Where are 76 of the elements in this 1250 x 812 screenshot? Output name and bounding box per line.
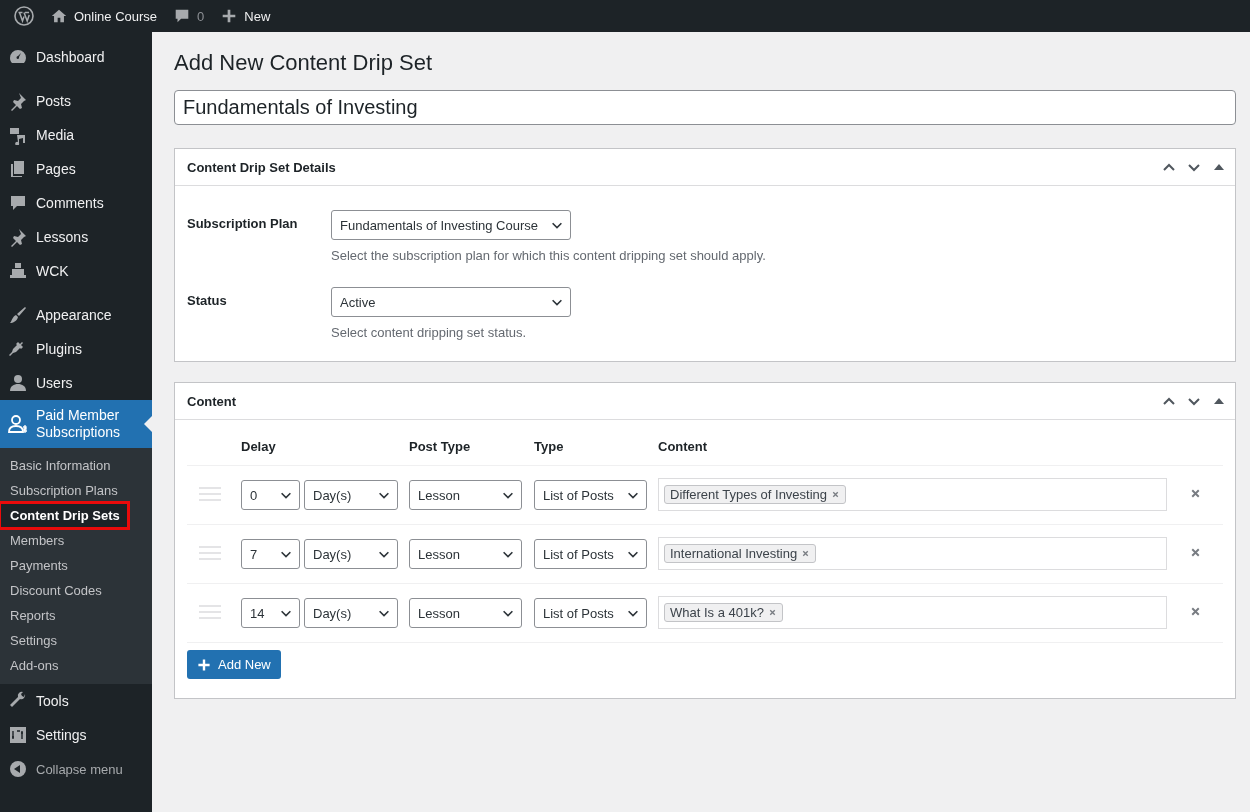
paintbrush-icon — [8, 305, 28, 325]
menu-item[interactable]: Posts — [0, 84, 152, 118]
menu-item[interactable]: Paid Member Subscriptions — [0, 400, 152, 448]
unit-dropdown[interactable]: Day(s) — [304, 480, 398, 510]
type-dropdown[interactable]: List of Posts — [534, 480, 647, 510]
menu-item[interactable]: Dashboard — [0, 40, 152, 74]
user-icon — [8, 373, 28, 393]
menu-item[interactable]: Users — [0, 366, 152, 400]
submenu-item[interactable]: Subscription Plans — [0, 478, 152, 503]
plus-icon — [196, 656, 212, 673]
column-header: Content — [658, 439, 709, 454]
field-label: Status — [187, 292, 228, 310]
submenu-item[interactable]: Payments — [0, 553, 152, 578]
submenu-item[interactable]: Basic Information — [0, 453, 152, 478]
submenu-item[interactable]: Reports — [0, 603, 152, 628]
column-header: Post Type — [409, 439, 472, 454]
content-field[interactable]: International Investing — [658, 537, 1167, 570]
site-name-link[interactable]: Online Course — [42, 0, 166, 32]
comment-icon — [8, 193, 28, 213]
content-tag[interactable]: What Is a 401k? — [664, 603, 783, 622]
media-icon — [8, 125, 28, 145]
field-label: Subscription Plan — [187, 215, 299, 233]
content-tag[interactable]: Different Types of Investing — [664, 485, 847, 504]
robot-icon — [8, 261, 28, 281]
panel-title: Content — [187, 393, 237, 409]
menu-item[interactable]: Pages — [0, 152, 152, 186]
content-field[interactable]: What Is a 401k? — [658, 596, 1167, 629]
wordpress-logo-icon — [14, 6, 34, 26]
delay-dropdown[interactable]: 0 — [241, 480, 300, 510]
field-description: Select content dripping set status. — [331, 325, 528, 340]
menu-item[interactable]: Settings — [0, 718, 152, 752]
column-header: Type — [534, 439, 565, 454]
content-tag[interactable]: International Investing — [664, 544, 817, 563]
menu-item[interactable]: Appearance — [0, 298, 152, 332]
post-type-dropdown[interactable]: Lesson — [409, 539, 522, 569]
delay-dropdown[interactable]: 14 — [241, 598, 300, 628]
drag-handle-icon — [199, 544, 221, 561]
column-header: Delay — [241, 439, 277, 454]
remove-icon[interactable] — [801, 549, 811, 558]
menu-item[interactable]: Plugins — [0, 332, 152, 366]
submenu-item[interactable]: Settings — [0, 628, 152, 653]
type-dropdown[interactable]: List of Posts — [534, 539, 647, 569]
dropdown-field[interactable]: Fundamentals of Investing Course — [331, 210, 571, 240]
delay-dropdown[interactable]: 7 — [241, 539, 300, 569]
remove-icon[interactable] — [767, 608, 777, 617]
remove-icon[interactable] — [831, 490, 841, 499]
post-type-dropdown[interactable]: Lesson — [409, 480, 522, 510]
submenu-item[interactable]: Content Drip Sets — [0, 503, 128, 528]
member-icon — [8, 414, 28, 434]
submenu-item[interactable]: Discount Codes — [0, 578, 152, 603]
unit-dropdown[interactable]: Day(s) — [304, 539, 398, 569]
menu-item[interactable]: Lessons — [0, 220, 152, 254]
post-type-dropdown[interactable]: Lesson — [409, 598, 522, 628]
panel-title: Content Drip Set Details — [187, 159, 336, 175]
drag-handle-icon — [199, 603, 221, 620]
collapse-menu-button[interactable]: Collapse menu — [0, 752, 152, 786]
title-field[interactable]: Fundamentals of Investing — [174, 90, 1236, 125]
field-description: Select the subscription plan for which this content dripping set should apply. — [331, 248, 767, 263]
content-field[interactable]: Different Types of Investing — [658, 478, 1167, 511]
menu-item[interactable]: Comments — [0, 186, 152, 220]
comments-link[interactable]: 0 — [165, 0, 213, 32]
settings-icon — [8, 725, 28, 745]
dropdown-field[interactable]: Active — [331, 287, 571, 317]
collapse-icon — [8, 759, 28, 779]
home-icon — [50, 7, 68, 25]
menu-item[interactable]: WCK — [0, 254, 152, 288]
submenu-item[interactable]: Members — [0, 528, 152, 553]
page-heading: Add New Content Drip Set — [174, 50, 434, 76]
menu-item[interactable]: Media — [0, 118, 152, 152]
type-dropdown[interactable]: List of Posts — [534, 598, 647, 628]
new-content-link[interactable]: New — [212, 0, 279, 32]
menu-item[interactable]: Tools — [0, 684, 152, 718]
add-new-button[interactable]: Add New — [187, 650, 281, 679]
drag-handle-icon — [199, 485, 221, 502]
unit-dropdown[interactable]: Day(s) — [304, 598, 398, 628]
submenu-item[interactable]: Add-ons — [0, 653, 152, 678]
